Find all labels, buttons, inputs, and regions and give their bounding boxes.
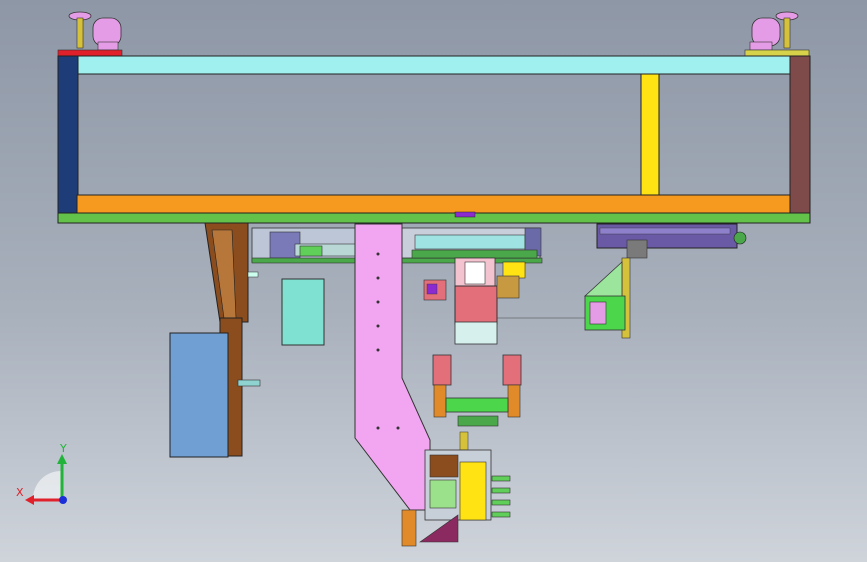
x-axis-label: X: [16, 486, 24, 499]
coordinate-triad: Y X: [16, 442, 67, 505]
machine-assembly-drawing: Y X: [16, 11, 811, 547]
x-axis-arrowhead: [25, 495, 34, 505]
main-frame: [57, 55, 811, 224]
cad-viewport[interactable]: Y X: [0, 0, 867, 562]
y-axis-label: Y: [59, 442, 67, 455]
jaw-clamps: [432, 354, 522, 427]
caster-right: [744, 11, 810, 57]
central-gripper-head: [411, 249, 585, 345]
caster-left: [57, 11, 123, 57]
left-column-assembly: [169, 222, 261, 458]
y-axis-arrowhead: [57, 454, 67, 464]
electrical-box: [281, 278, 325, 346]
pink-arm: [354, 223, 431, 511]
z-axis-dot: [59, 496, 67, 504]
right-actuator: [584, 223, 747, 339]
